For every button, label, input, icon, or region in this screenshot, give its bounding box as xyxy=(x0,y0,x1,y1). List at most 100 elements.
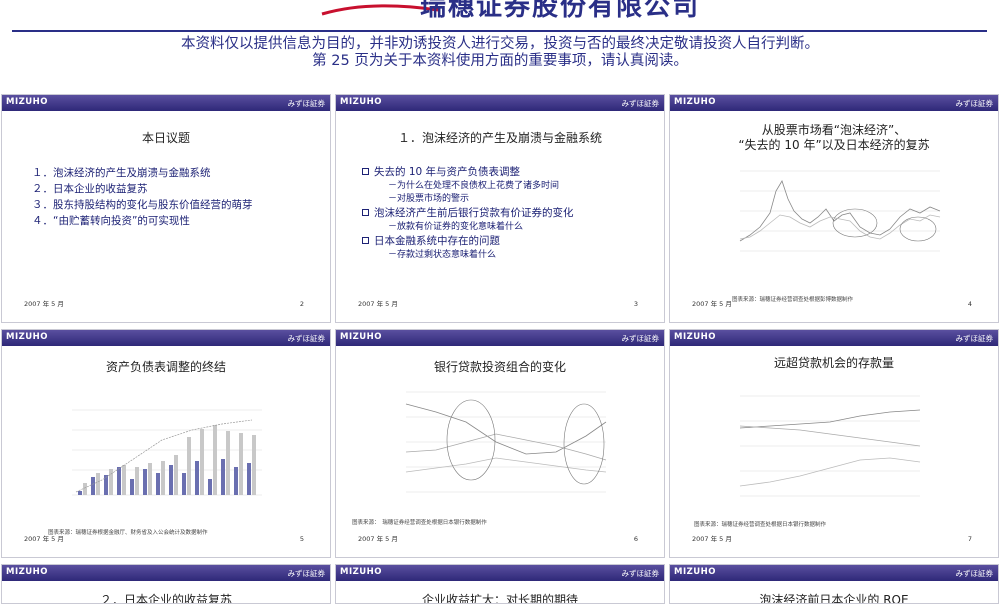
slide-header: MIZUHO みずほ証券 xyxy=(336,95,664,111)
slide-title: 泡沫经济前日本企业的 ROE xyxy=(759,593,909,604)
slide-thumbnail[interactable]: MIZUHO みずほ証券 资产负债表调整的终结 图表来源：瑞穗证券根据金融厅、财… xyxy=(1,329,331,558)
mizuho-securities-logo: みずほ証券 xyxy=(955,334,994,343)
chart-bar xyxy=(208,479,212,495)
chart-source: 图表来源：瑞穗证券经营调查处根据彭博数据制作 xyxy=(732,297,854,303)
mizuho-logo: MIZUHO xyxy=(674,97,717,107)
mizuho-logo: MIZUHO xyxy=(6,567,49,577)
mizuho-logo: MIZUHO xyxy=(340,567,383,577)
slide-title: 本日议题 xyxy=(141,131,190,145)
outline-subitem: －存款过剩状态意味着什么 xyxy=(388,250,497,260)
slide-header: MIZUHO みずほ証券 xyxy=(670,95,998,111)
mizuho-logo: MIZUHO xyxy=(6,332,49,342)
slide-thumbnail[interactable]: MIZUHO みずほ証券 本日议题 １．泡沫经济的产生及崩溃与金融系统 ２．日本… xyxy=(1,94,331,323)
mizuho-logo: MIZUHO xyxy=(340,332,383,342)
chart-source: 图表来源：瑞穗证券经营调查处根据日本银行数据制作 xyxy=(694,522,827,528)
mizuho-securities-logo: みずほ証券 xyxy=(287,99,326,108)
chart-bar xyxy=(156,473,160,495)
slide-title: 银行贷款投资组合的变化 xyxy=(433,360,566,374)
outline-subitem: －为什么在处理不良债权上花费了诸多时间 xyxy=(388,181,560,191)
chart-bar xyxy=(117,467,121,495)
disclaimer-line-1: 本资料仅以提供信息为目的，并非劝诱投资人进行交易，投资与否的最终决定敬请投资人自… xyxy=(181,36,819,52)
header-rule xyxy=(12,30,987,32)
company-title: 瑞穗证券股份有限公司 xyxy=(420,0,701,22)
chart-bar xyxy=(195,461,199,495)
slide-header: MIZUHO みずほ証券 xyxy=(2,330,330,346)
chart-bar xyxy=(252,435,256,495)
slide-title: 从股票市场看“泡沫经济”、 “失去的 10 年”以及日本经济的复苏 xyxy=(738,123,930,152)
chart-bar xyxy=(161,461,165,495)
slide-date: 2007 年 5 月 xyxy=(358,535,398,543)
slide-grid: MIZUHO みずほ証券 本日议题 １．泡沫经济的产生及崩溃与金融系统 ２．日本… xyxy=(0,94,1000,604)
agenda-list: １．泡沫经济的产生及崩溃与金融系统 ２．日本企业的收益复苏 ３．股东持股结构的变… xyxy=(32,165,253,229)
slide-title: 资产负债表调整的终结 xyxy=(105,360,226,374)
slide-header: MIZUHO みずほ証券 xyxy=(336,330,664,346)
slide-page-number: 2 xyxy=(299,300,304,308)
stock-market-chart xyxy=(739,170,941,252)
slide-date: 2007 年 5 月 xyxy=(24,535,64,543)
mizuho-securities-logo: みずほ証券 xyxy=(955,99,994,108)
slide-thumbnail[interactable]: MIZUHO みずほ証券 １．泡沫经济的产生及崩溃与金融系统 失去的 10 年与… xyxy=(335,94,665,323)
chart-source: 图表来源：瑞穗证券根据金融厅、财务省及入公会统计及数据制作 xyxy=(48,530,208,536)
agenda-item: ４．“由贮蓄转向投资”的可实现性 xyxy=(32,215,190,227)
chart-bar xyxy=(182,473,186,495)
slide-thumbnail[interactable]: MIZUHO みずほ証券 企业收益扩大：对长期的期待 xyxy=(335,564,665,604)
chart-bar xyxy=(234,467,238,495)
mizuho-logo: MIZUHO xyxy=(6,97,49,107)
mizuho-securities-logo: みずほ証券 xyxy=(955,569,994,578)
slide-header: MIZUHO みずほ証券 xyxy=(670,330,998,346)
top-banner: 瑞穗证券股份有限公司 xyxy=(0,0,1000,30)
chart-bar xyxy=(96,473,100,495)
chart-bar xyxy=(200,429,204,495)
slide-date: 2007 年 5 月 xyxy=(692,300,732,308)
slide-header: MIZUHO みずほ証券 xyxy=(2,565,330,581)
chart-bar xyxy=(213,425,217,495)
outline-bullet: 日本金融系统中存在的问题 xyxy=(362,234,574,249)
mizuho-securities-logo: みずほ証券 xyxy=(621,334,660,343)
slide-thumbnail[interactable]: MIZUHO みずほ証券 远超贷款机会的存款量 图表来源：瑞穗证券经营调查处根据… xyxy=(669,329,999,558)
slide-thumbnail[interactable]: MIZUHO みずほ証券 ２．日本企业的收益复苏 xyxy=(1,564,331,604)
chart-bar xyxy=(239,433,243,495)
slide-thumbnail[interactable]: MIZUHO みずほ証券 泡沫经济前日本企业的 ROE xyxy=(669,564,999,604)
agenda-item: １．泡沫经济的产生及崩溃与金融系统 xyxy=(32,167,211,179)
mizuho-securities-logo: みずほ証券 xyxy=(621,569,660,578)
disclaimer: 本资料仅以提供信息为目的，并非劝诱投资人进行交易，投资与否的最终决定敬请投资人自… xyxy=(0,36,1000,70)
agenda-item: ２．日本企业的收益复苏 xyxy=(32,183,148,195)
agenda-item: ３．股东持股结构的变化与股东价值经营的萌芽 xyxy=(32,199,253,211)
slide-title: １．泡沫经济的产生及崩溃与金融系统 xyxy=(397,131,602,145)
slide-page-number: 6 xyxy=(633,535,638,543)
outline-subitem: －放款有价证券的变化意味着什么 xyxy=(388,222,524,232)
outline-list: 失去的 10 年与资产负债表调整 －为什么在处理不良债权上花费了诸多时间 －对股… xyxy=(362,165,574,262)
chart-bar xyxy=(221,459,225,495)
chart-bar xyxy=(122,465,126,495)
slide-page-number: 5 xyxy=(299,535,304,543)
slide-thumbnail[interactable]: MIZUHO みずほ証券 从股票市场看“泡沫经济”、 “失去的 10 年”以及日… xyxy=(669,94,999,323)
disclaimer-line-2: 第 25 页为关于本资料使用方面的重要事项，请认真阅读。 xyxy=(312,53,688,69)
chart-bar xyxy=(83,483,87,495)
chart-bar xyxy=(135,467,139,495)
chart-bar xyxy=(247,463,251,495)
slide-title: ２．日本企业的收益复苏 xyxy=(99,593,232,604)
outline-bullet: 泡沫经济产生前后银行贷款有价证券的变化 xyxy=(362,206,574,221)
mizuho-securities-logo: みずほ証券 xyxy=(287,334,326,343)
chart-bar xyxy=(226,431,230,495)
bank-loan-portfolio-chart xyxy=(405,391,607,493)
square-bullet-icon xyxy=(362,237,369,244)
slide-title: 企业收益扩大：对长期的期待 xyxy=(421,593,578,604)
chart-bar xyxy=(143,469,147,495)
mizuho-logo: MIZUHO xyxy=(674,567,717,577)
outline-bullet: 失去的 10 年与资产负债表调整 xyxy=(362,165,574,180)
mizuho-securities-logo: みずほ証券 xyxy=(621,99,660,108)
chart-bar xyxy=(148,463,152,495)
chart-bar xyxy=(109,469,113,495)
slide-page-number: 4 xyxy=(967,300,972,308)
slide-header: MIZUHO みずほ証券 xyxy=(670,565,998,581)
slide-thumbnail[interactable]: MIZUHO みずほ証券 银行贷款投资组合的变化 图表来源： 瑞穗证券经营调查处… xyxy=(335,329,665,558)
slide-date: 2007 年 5 月 xyxy=(24,300,64,308)
square-bullet-icon xyxy=(362,209,369,216)
chart-bar xyxy=(174,455,178,495)
slide-page-number: 3 xyxy=(633,300,638,308)
balance-sheet-chart xyxy=(72,409,262,496)
slide-title: 远超贷款机会的存款量 xyxy=(773,356,894,370)
mizuho-logo: MIZUHO xyxy=(674,332,717,342)
slide-date: 2007 年 5 月 xyxy=(692,535,732,543)
